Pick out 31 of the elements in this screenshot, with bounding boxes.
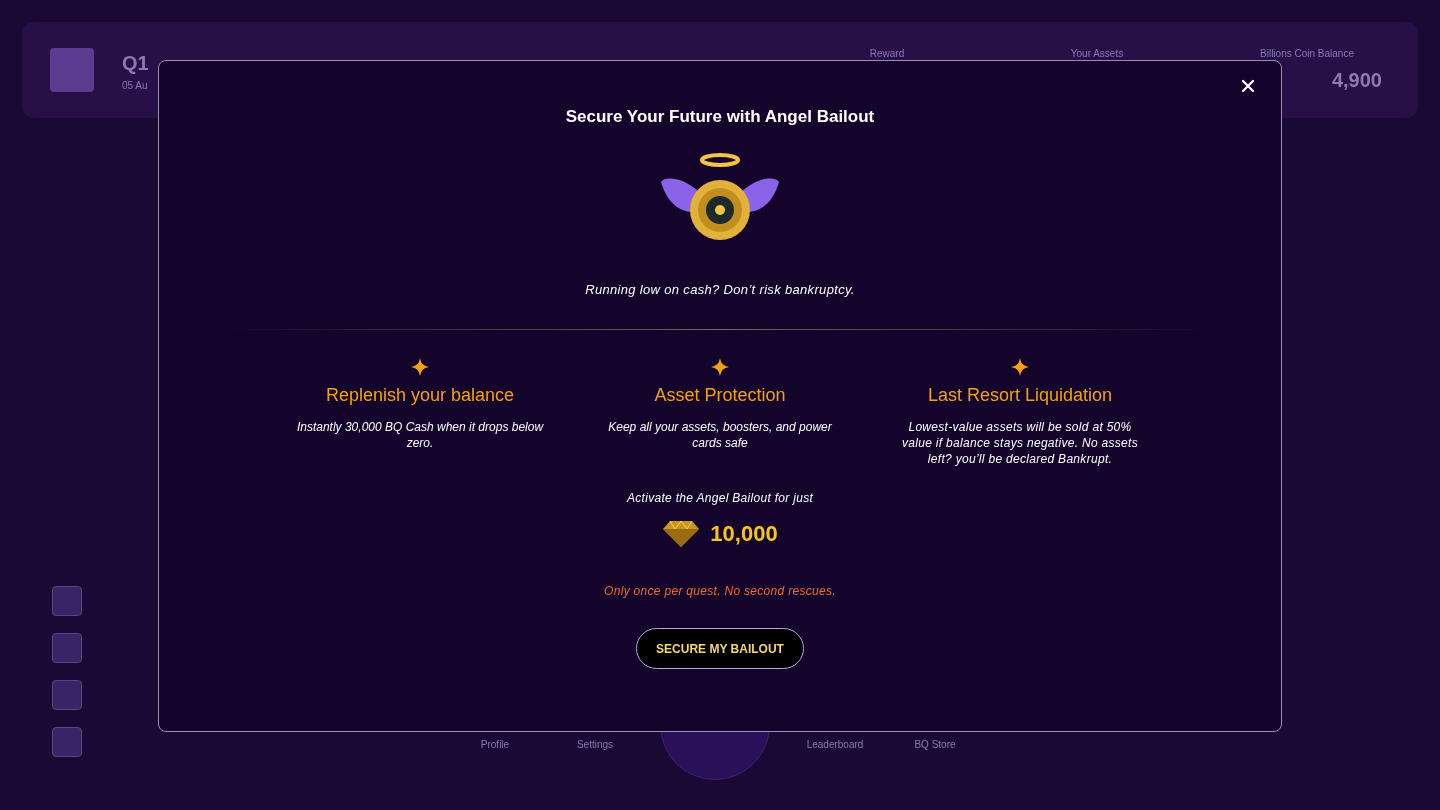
sidebar-icon[interactable] — [52, 680, 82, 710]
sidebar-icon[interactable] — [52, 586, 82, 616]
secure-bailout-button[interactable]: SECURE MY BAILOUT — [636, 628, 804, 669]
logo-icon — [50, 48, 94, 92]
nav-item[interactable]: Settings — [560, 737, 630, 752]
nav-item[interactable]: BQ Store — [900, 737, 970, 752]
quest-date: 05 Au — [122, 78, 149, 93]
quest-title: Q1 — [122, 50, 149, 76]
stat-label: Your Assets — [1070, 46, 1124, 61]
dialog-title: Secure Your Future with Angel Bailout — [565, 106, 875, 128]
feature-description: Instantly 30,000 BQ Cash when it drops below zero. — [295, 419, 545, 451]
stat-value: 4,900 — [1331, 67, 1382, 93]
feature-title: Last Resort Liquidation — [927, 384, 1113, 407]
sparkle-icon — [1011, 358, 1029, 376]
nav-item[interactable]: Profile — [460, 737, 530, 752]
price-amount: 10,000 — [710, 520, 778, 548]
price-label: Activate the Angel Bailout for just — [626, 490, 814, 507]
warning-note: Only once per quest. No second rescues. — [604, 583, 836, 600]
sparkle-icon — [711, 358, 729, 376]
sidebar-icon[interactable] — [52, 633, 82, 663]
feature-title: Asset Protection — [654, 384, 786, 407]
stat-label: Reward — [869, 46, 905, 61]
sidebar-icon[interactable] — [52, 727, 82, 757]
feature-description: Keep all your assets, boosters, and power cards safe — [607, 419, 833, 451]
nav-item[interactable]: Leaderboard — [800, 737, 870, 752]
stat-label: Billions Coin Balance — [1260, 46, 1354, 61]
feature-description: Lowest-value assets will be sold at 50% value if balance stays negative. No assets left? you’ll be declared Bankrupt. — [900, 419, 1140, 467]
sparkle-icon — [411, 358, 429, 376]
dialog-subtitle: Running low on cash? Don’t risk bankruptcy. — [585, 280, 855, 299]
diamond-icon — [662, 519, 701, 548]
feature-title: Replenish your balance — [325, 384, 515, 407]
